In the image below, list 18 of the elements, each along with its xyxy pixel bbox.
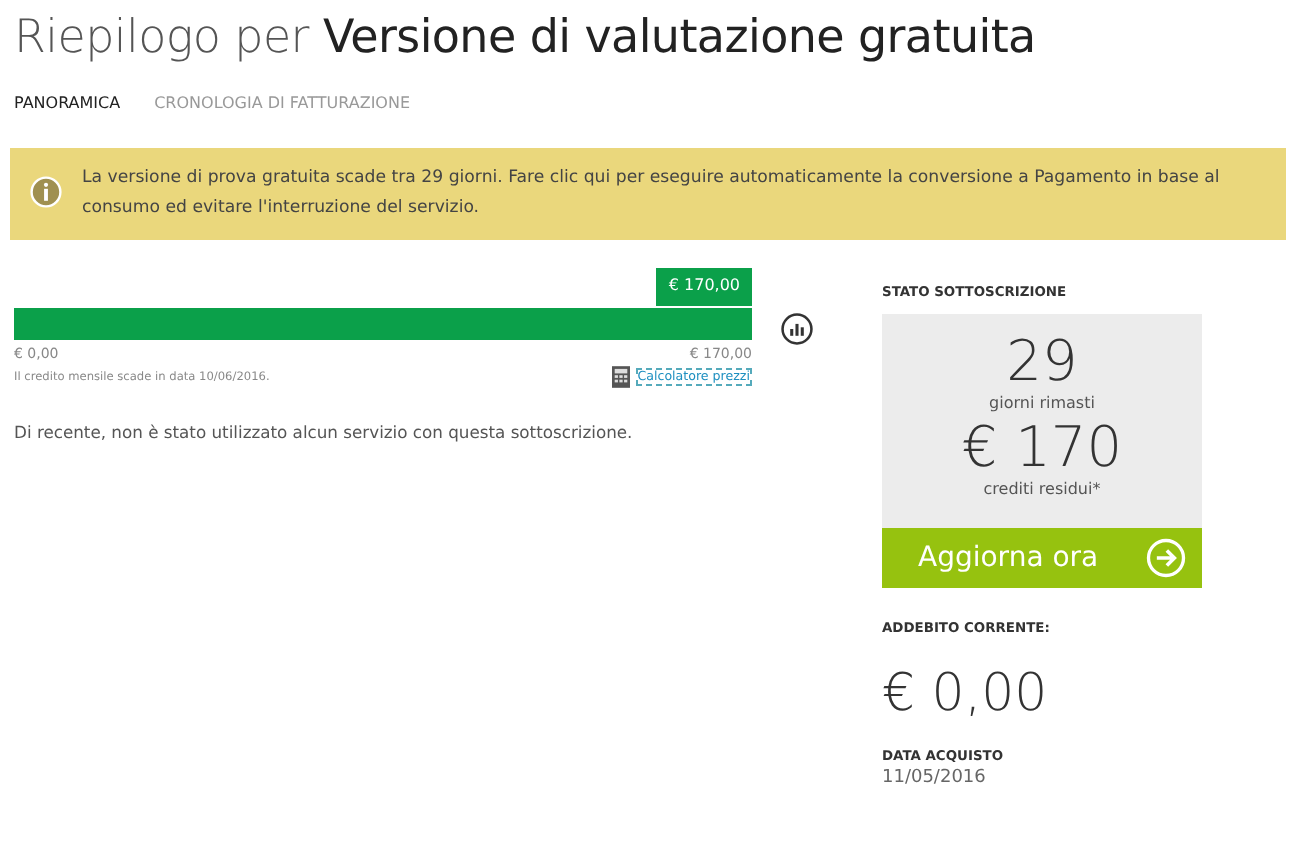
- tab[interactable]: CRONOLOGIA DI FATTURAZIONE: [154, 94, 411, 112]
- purchase-date: 11/05/2016: [882, 768, 988, 788]
- credit-balloon: € 170,00: [656, 268, 752, 306]
- days-remaining: 29: [1004, 330, 1080, 394]
- credits-label: crediti residui*: [981, 480, 1103, 498]
- credits-remaining: € 170: [959, 416, 1125, 480]
- info-icon: [30, 176, 62, 208]
- usage-message: Di recente, non è stato utilizzato alcun servizio con questa sottoscrizione.: [14, 422, 635, 442]
- banner-text: La versione di prova gratuita scade tra 29 giorni. Fare clic qui per eseguire automaticamente la conversione a Pagamento in base al consumo ed evitare l'interruzione del servizio.: [82, 166, 1222, 222]
- page-title: Riepilogo per Versione di valutazione gratuita: [14, 10, 1038, 64]
- tab[interactable]: PANORAMICA: [14, 94, 121, 112]
- arrow-right-icon: [1146, 538, 1186, 578]
- current-charge-value: € 0,00: [882, 664, 1050, 724]
- warning-banner[interactable]: La versione di prova gratuita scade tra 29 giorni. Fare clic qui per eseguire automaticamente la conversione a Pagamento in base al consumo ed evitare l'interruzione del servizio.: [10, 148, 1286, 240]
- upgrade-button[interactable]: Aggiorna ora: [882, 528, 1202, 588]
- chart-icon[interactable]: [780, 311, 814, 345]
- days-label: giorni rimasti: [987, 394, 1097, 412]
- calculator-icon[interactable]: [611, 366, 630, 388]
